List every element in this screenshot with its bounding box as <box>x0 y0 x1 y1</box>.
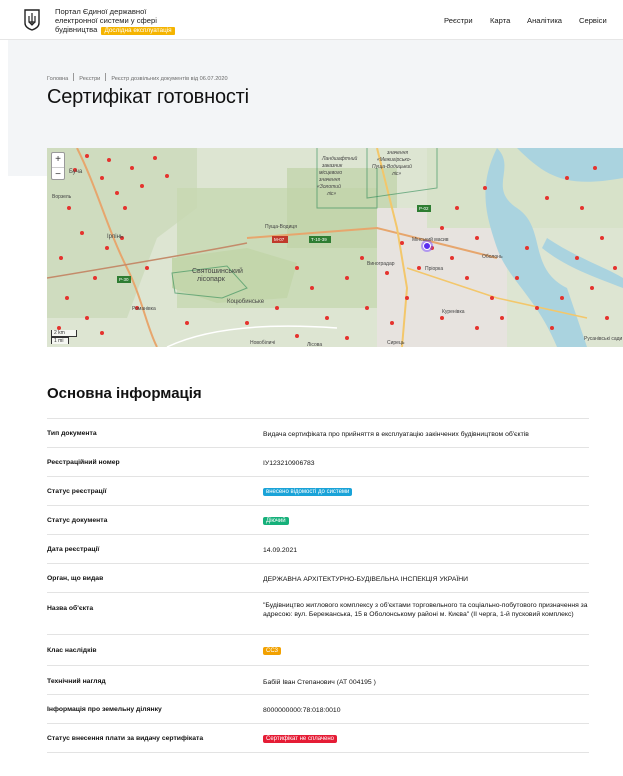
table-row: Інформація про земельну ділянку 80000000… <box>47 694 589 723</box>
zoom-out-button[interactable]: − <box>52 167 64 181</box>
location-map[interactable]: Ландшафтний заказник місцевого значення … <box>47 148 623 347</box>
svg-text:Лісова: Лісова <box>307 342 322 347</box>
nav-registries[interactable]: Реєстри <box>444 16 473 25</box>
breadcrumb-separator <box>73 73 75 81</box>
svg-text:значення: значення <box>386 150 408 156</box>
svg-text:Сирець: Сирець <box>387 340 405 346</box>
scale-km: 2 km <box>51 330 77 337</box>
svg-text:Мінський масив: Мінський масив <box>412 236 449 243</box>
row-label: Тип документа <box>47 430 97 437</box>
breadcrumb-permit-registry[interactable]: Реєстр дозвільних документів від 06.07.2… <box>111 76 227 82</box>
table-row: Статус документа Діючий <box>47 505 589 534</box>
row-value: Діючий <box>263 516 589 525</box>
row-label: Дата реєстрації <box>47 546 100 553</box>
svg-text:місцевого: місцевого <box>319 170 342 176</box>
table-row: Дата реєстрації 14.09.2021 <box>47 534 589 563</box>
svg-text:«Золотий: «Золотий <box>317 183 341 190</box>
page-title: Сертифікат готовності <box>47 86 249 108</box>
row-value: 8000000000:78:018:0010 <box>263 707 341 714</box>
table-row: Назва об'єкта "Будівництво житлового ком… <box>47 592 589 634</box>
svg-text:Пуща-Водицький: Пуща-Водицький <box>372 163 412 170</box>
table-row: Статус реєстрації внесено відомості до с… <box>47 476 589 505</box>
portal-brand[interactable]: Портал Єдиної державної електронної сист… <box>55 7 175 35</box>
document-status-badge: Діючий <box>263 517 289 525</box>
row-label: Назва об'єкта <box>47 605 94 612</box>
svg-text:ліс»: ліс» <box>326 191 336 197</box>
row-label: Клас наслідків <box>47 647 97 654</box>
svg-text:Ландшафтний: Ландшафтний <box>321 155 358 162</box>
row-value: Сертифікат не сплачено <box>263 734 589 743</box>
svg-text:Виноградар: Виноградар <box>367 261 395 267</box>
svg-text:Коцюбинське: Коцюбинське <box>227 299 265 305</box>
breadcrumb: Головна Реєстри Реєстр дозвільних документ… <box>47 73 228 82</box>
table-row: Орган, що видав ДЕРЖАВНА АРХІТЕКТУРНО-БУ… <box>47 563 589 592</box>
row-value: "Будівництво житлового комплексу з об'єк… <box>263 602 588 618</box>
table-row: Реєстраційний номер ІУ123210906783 <box>47 447 589 476</box>
table-row: Технічний нагляд Бабій Іван Степанович (… <box>47 665 589 694</box>
row-label: Статус документа <box>47 517 108 524</box>
nav-analytics[interactable]: Аналітика <box>527 16 562 25</box>
svg-text:Русанівські сади: Русанівські сади <box>584 336 623 342</box>
row-value: ДЕРЖАВНА АРХІТЕКТУРНО-БУДІВЕЛЬНА ІНСПЕКЦ… <box>263 576 469 583</box>
registration-status-badge: внесено відомості до системи <box>263 488 353 496</box>
section-title-main-info: Основна інформація <box>47 385 202 402</box>
zoom-in-button[interactable]: + <box>52 153 64 167</box>
payment-status-badge: Сертифікат не сплачено <box>263 735 338 743</box>
map-scale: 2 km 1 mi <box>51 330 77 344</box>
row-label: Інформація про земельну ділянку <box>47 706 162 713</box>
breadcrumb-separator <box>105 73 107 81</box>
row-label: Технічний нагляд <box>47 678 106 685</box>
row-value: ІУ123210906783 <box>263 460 315 467</box>
svg-text:Пуща-Водиця: Пуща-Водиця <box>265 224 297 230</box>
row-label: Реєстраційний номер <box>47 459 120 466</box>
row-label: Статус внесення плати за видачу сертифік… <box>47 735 204 742</box>
nav-services[interactable]: Сервіси <box>579 16 607 25</box>
scale-mi: 1 mi <box>51 337 69 344</box>
test-mode-badge: Дослідна експлуатація <box>101 27 175 35</box>
row-value: Видача сертифіката про прийняття в експл… <box>263 431 529 438</box>
consequence-class-badge: СС3 <box>263 647 282 655</box>
row-value: 14.09.2021 <box>263 547 298 554</box>
nav-map[interactable]: Карта <box>490 16 510 25</box>
svg-text:Т-10-39: Т-10-39 <box>311 237 327 242</box>
svg-text:«Межигірсько-: «Межигірсько- <box>377 157 412 163</box>
table-row: Статус внесення плати за видачу сертифік… <box>47 723 589 753</box>
breadcrumb-registries[interactable]: Реєстри <box>79 76 100 82</box>
svg-text:Р-02: Р-02 <box>419 206 429 211</box>
svg-text:Оболонь: Оболонь <box>482 254 503 260</box>
svg-text:заказник: заказник <box>321 163 343 169</box>
row-label: Орган, що видав <box>47 575 104 582</box>
svg-text:ліс»: ліс» <box>391 171 401 177</box>
svg-text:Святошинський: Святошинський <box>192 267 243 275</box>
map-zoom-control: + − <box>51 152 65 180</box>
row-value: Бабій Іван Степанович (АТ 004195 ) <box>263 679 376 686</box>
row-value: СС3 <box>263 646 589 655</box>
top-navigation-bar: Портал Єдиної державної електронної сист… <box>0 0 623 40</box>
map-tiles: Ландшафтний заказник місцевого значення … <box>47 148 623 347</box>
svg-text:М-07: М-07 <box>274 237 285 242</box>
svg-text:Романівка: Романівка <box>132 306 156 312</box>
svg-text:Новобіличі: Новобіличі <box>250 340 275 346</box>
svg-text:лісопарк: лісопарк <box>197 275 226 283</box>
svg-text:Ірпінь: Ірпінь <box>107 234 123 240</box>
svg-text:Буча: Буча <box>69 169 83 175</box>
svg-text:Ворзель: Ворзель <box>52 194 72 200</box>
svg-text:Р-30: Р-30 <box>119 277 129 282</box>
breadcrumb-home[interactable]: Головна <box>47 76 68 82</box>
info-table: Тип документа Видача сертифіката про при… <box>47 418 589 753</box>
row-label: Статус реєстрації <box>47 488 107 495</box>
row-value: внесено відомості до системи <box>263 487 589 496</box>
svg-text:Пріорка: Пріорка <box>425 266 443 272</box>
table-row: Клас наслідків СС3 <box>47 634 589 665</box>
svg-text:Куренівка: Куренівка <box>442 309 465 315</box>
svg-text:значення: значення <box>318 177 340 183</box>
table-row: Тип документа Видача сертифіката про при… <box>47 418 589 447</box>
coat-of-arms-logo-icon[interactable] <box>24 9 40 31</box>
